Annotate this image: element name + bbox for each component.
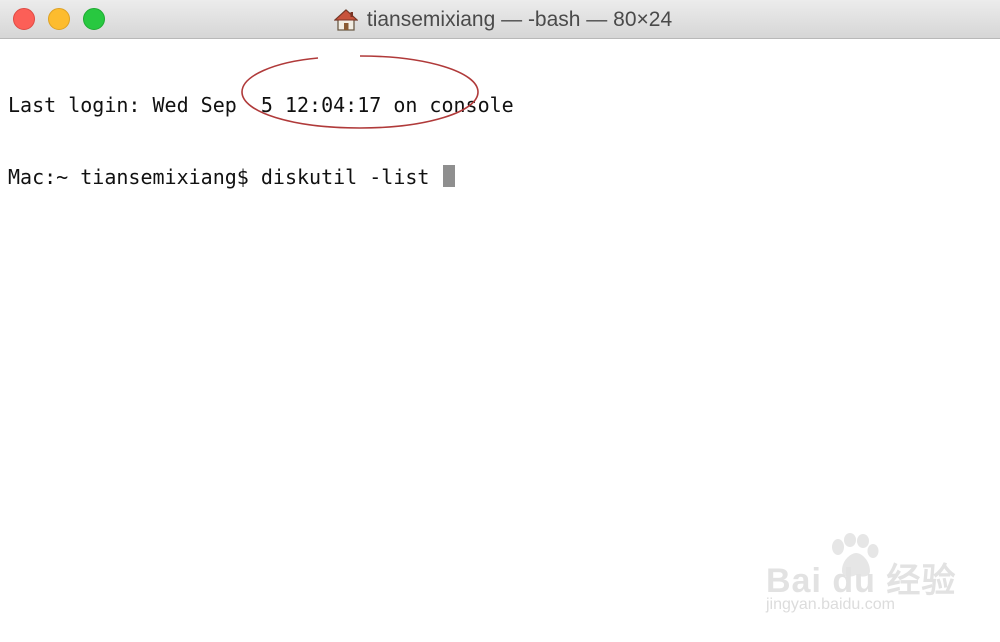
window-title-text: tiansemixiang — -bash — 80×24 xyxy=(366,7,673,31)
watermark-logo-text: Bai du 经验 xyxy=(766,562,957,600)
home-icon xyxy=(333,8,358,31)
baidu-watermark: Bai du 经验 jingyan.baidu.com xyxy=(766,533,966,623)
terminal-line: Last login: Wed Sep 5 12:04:17 on consol… xyxy=(8,93,514,117)
window-title: tiansemixiang — -bash — 80×24 xyxy=(0,0,1000,39)
block-cursor xyxy=(443,165,456,187)
terminal-output[interactable]: Last login: Wed Sep 5 12:04:17 on consol… xyxy=(8,45,988,237)
title-bar[interactable]: tiansemixiang — -bash — 80×24 xyxy=(0,0,1000,39)
terminal-window: tiansemixiang — -bash — 80×24 Last login… xyxy=(0,0,1000,642)
terminal-command-text: Mac:~ tiansemixiang$ diskutil -list xyxy=(8,165,442,189)
terminal-prompt-line[interactable]: Mac:~ tiansemixiang$ diskutil -list xyxy=(8,165,988,189)
watermark-url: jingyan.baidu.com xyxy=(766,596,895,613)
